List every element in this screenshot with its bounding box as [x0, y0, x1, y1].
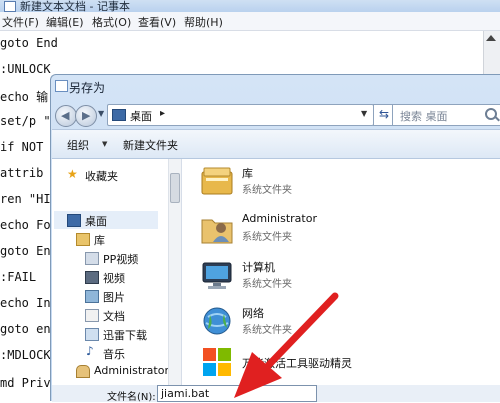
text-line: goto en	[0, 322, 51, 336]
search-icon[interactable]	[485, 108, 497, 120]
notepad-app-icon	[4, 1, 16, 12]
text-line: goto En	[0, 244, 51, 258]
forward-button[interactable]: ▶	[75, 105, 97, 127]
search-input[interactable]: 搜索 桌面	[400, 108, 448, 124]
nav-item-administrator[interactable]: Administrator	[94, 364, 169, 377]
nav-item-desktop[interactable]: 桌面	[85, 213, 107, 229]
user-folder-icon	[200, 212, 234, 246]
library-icon	[76, 233, 90, 246]
nav-item-pp-video[interactable]: PP视频	[103, 251, 138, 267]
nav-item-videos[interactable]: 视频	[103, 270, 125, 286]
text-line: echo 输	[0, 90, 49, 104]
save-as-dialog: 另存为 ◀ ▶ ▼ 桌面 ▸ ▼ ⇆ 搜索 桌面 组织 ▼ 新建文件夹 ★ 收藏…	[50, 74, 500, 403]
file-name[interactable]: 计算机	[242, 259, 275, 275]
text-line: md Priv	[0, 376, 51, 390]
address-current-location[interactable]: 桌面	[130, 108, 152, 124]
new-folder-button[interactable]: 新建文件夹	[123, 137, 178, 153]
text-line: echo In	[0, 296, 51, 310]
notepad-menubar: 文件(F) 编辑(E) 格式(O) 查看(V) 帮助(H)	[0, 12, 500, 31]
pictures-icon	[85, 290, 99, 303]
filename-input[interactable]: jiami.bat	[157, 385, 317, 402]
library-icon	[200, 164, 234, 198]
filename-row: 文件名(N): jiami.bat	[52, 385, 500, 403]
menu-file[interactable]: 文件(F)	[2, 14, 39, 30]
file-type: 系统文件夹	[242, 279, 292, 290]
music-icon: ♪	[86, 344, 94, 358]
star-icon: ★	[67, 167, 78, 181]
organize-dropdown-icon[interactable]: ▼	[102, 140, 107, 148]
nav-item-library[interactable]: 库	[94, 232, 105, 248]
computer-icon	[200, 259, 234, 293]
nav-item-music[interactable]: 音乐	[103, 346, 125, 362]
dialog-title: 另存为	[69, 81, 106, 95]
nav-item-documents[interactable]: 文档	[103, 308, 125, 324]
text-line: echo Fo	[0, 218, 51, 232]
nav-item-pictures[interactable]: 图片	[103, 289, 125, 305]
text-line: attrib	[0, 166, 44, 180]
user-folder-icon	[76, 365, 90, 378]
desktop-icon	[67, 214, 81, 227]
text-line: :UNLOCK	[0, 62, 51, 76]
menu-help[interactable]: 帮助(H)	[184, 14, 223, 30]
navigation-pane: ★ 收藏夹 桌面 库 PP视频 视频 图片 文档 迅雷下载 ♪ 音乐 Admin…	[52, 159, 182, 401]
filename-label: 文件名(N):	[107, 392, 156, 403]
file-name[interactable]: 库	[242, 165, 253, 181]
recent-locations-dropdown[interactable]: ▼	[98, 109, 104, 118]
search-box[interactable]: 搜索 桌面	[392, 104, 500, 126]
text-line: :MDLOCK	[0, 348, 51, 362]
nav-item-favorites[interactable]: 收藏夹	[85, 168, 118, 184]
file-name[interactable]: Administrator	[242, 212, 317, 225]
scroll-up-arrow-icon[interactable]	[486, 35, 496, 41]
dialog-icon	[55, 80, 68, 92]
menu-view[interactable]: 查看(V)	[138, 14, 176, 30]
address-dropdown-icon[interactable]: ▼	[361, 109, 367, 118]
text-line: goto End	[0, 36, 58, 50]
address-bar[interactable]: 桌面 ▸	[107, 104, 374, 126]
menu-format[interactable]: 格式(O)	[92, 14, 131, 30]
video-icon	[85, 271, 99, 284]
dialog-toolbar: 组织 ▼ 新建文件夹	[52, 129, 500, 159]
documents-icon	[85, 309, 99, 322]
text-line: set/p "	[0, 114, 51, 128]
breadcrumb-chevron-icon[interactable]: ▸	[160, 108, 165, 119]
refresh-icon: ⇆	[378, 107, 390, 121]
notepad-titlebar: 新建文本文档 - 记事本	[0, 0, 500, 13]
file-type: 系统文件夹	[242, 232, 292, 243]
nav-item-thunder-downloads[interactable]: 迅雷下载	[103, 327, 147, 343]
file-type: 系统文件夹	[242, 325, 292, 336]
file-name[interactable]: 万能激活工具驱动精灵	[242, 355, 352, 371]
text-line: ren "HI	[0, 192, 51, 206]
back-button[interactable]: ◀	[55, 105, 77, 127]
thunder-download-icon	[85, 328, 99, 341]
text-line: :FAIL	[0, 270, 37, 284]
text-line: if NOT	[0, 140, 44, 154]
forward-arrow-icon: ▶	[82, 109, 91, 122]
app-shortcut-icon	[200, 345, 234, 379]
file-name[interactable]: 网络	[242, 305, 264, 321]
file-list: 库 系统文件夹 Administrator 系统文件夹 计算机 系统文件夹 网络…	[182, 159, 500, 401]
network-icon	[200, 305, 234, 339]
back-arrow-icon: ◀	[61, 109, 70, 122]
organize-button[interactable]: 组织	[67, 137, 89, 153]
pp-video-icon	[85, 252, 99, 265]
menu-edit[interactable]: 编辑(E)	[46, 14, 84, 30]
file-type: 系统文件夹	[242, 185, 292, 196]
nav-pane-scroll-thumb[interactable]	[170, 173, 180, 203]
desktop-folder-icon	[112, 109, 126, 121]
